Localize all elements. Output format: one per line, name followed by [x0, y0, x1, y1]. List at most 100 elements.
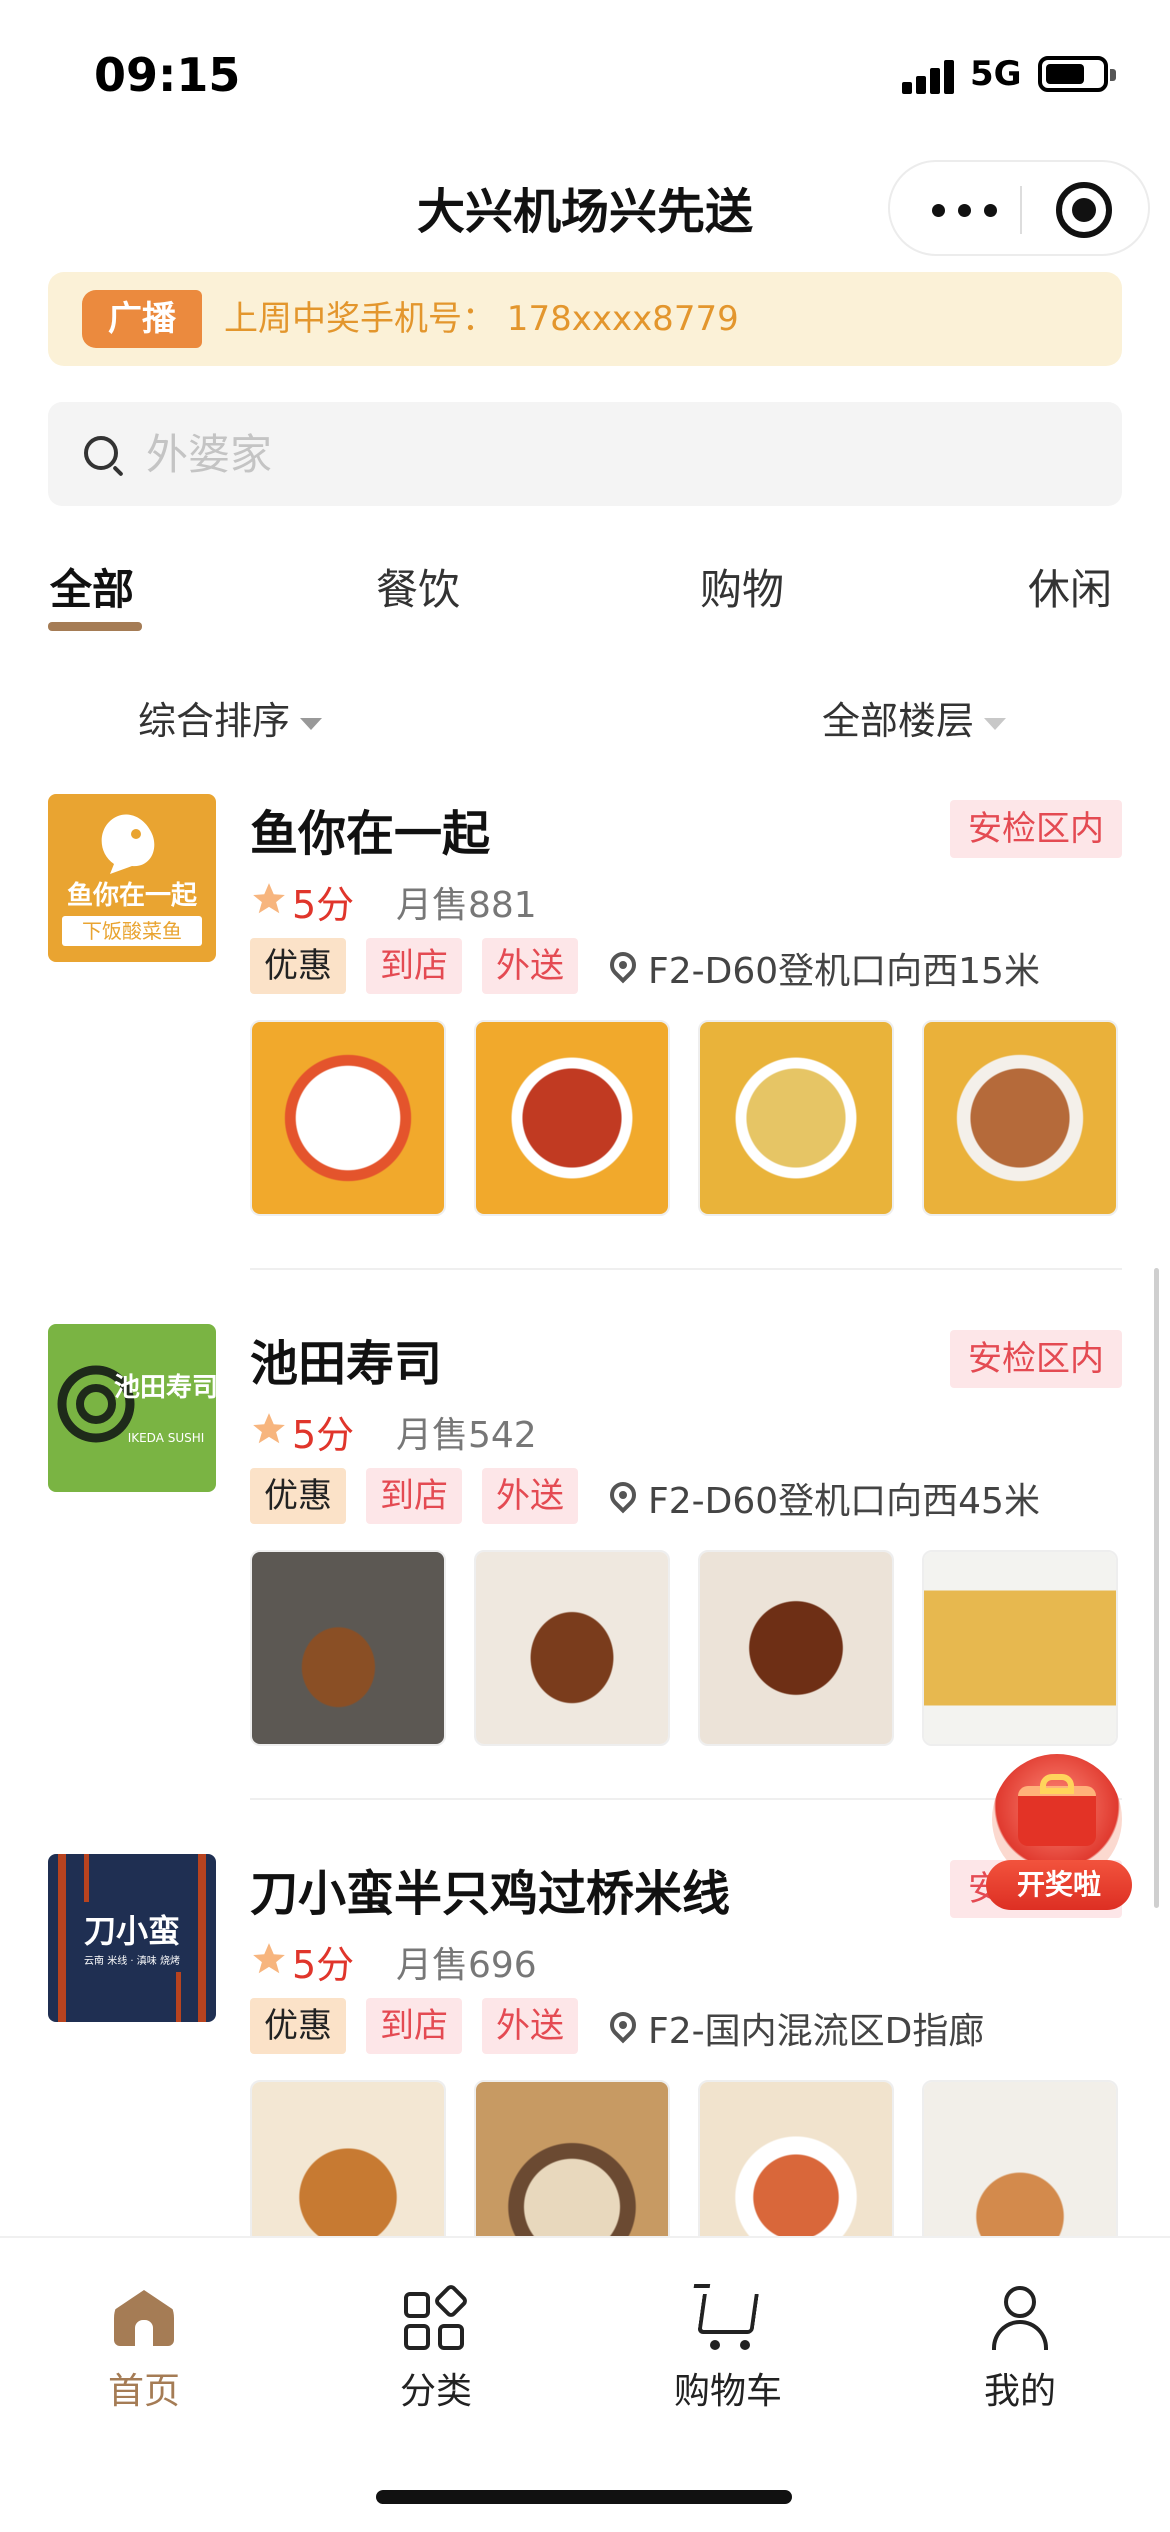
store-logo-text: 池田寿司 — [114, 1373, 216, 1403]
location-pin-icon — [604, 2006, 642, 2044]
tabbar-label: 首页 — [107, 2371, 180, 2412]
tab-dining[interactable]: 餐饮 — [376, 556, 460, 617]
tag-discount: 优惠 — [250, 1998, 346, 2054]
store-location: F2-D60登机口向西15米 — [648, 951, 1040, 992]
store-name: 鱼你在一起 — [250, 806, 491, 862]
tag-in-store: 到店 — [366, 938, 462, 994]
search-bar[interactable] — [48, 402, 1122, 506]
dish-photo[interactable] — [474, 1550, 670, 1746]
floor-filter[interactable]: 全部楼层 — [822, 690, 1007, 745]
close-miniprogram-icon[interactable] — [1056, 182, 1112, 238]
tag-delivery: 外送 — [482, 938, 578, 994]
zone-badge: 安检区内 — [950, 1330, 1122, 1388]
store-card[interactable]: 鱼你在一起 下饭酸菜鱼 鱼你在一起 安检区内 5分 月售881 优惠 到店 外送… — [0, 794, 1170, 1324]
floor-filter-label: 全部楼层 — [822, 699, 975, 743]
store-logo-text: 鱼你在一起 — [67, 881, 198, 911]
capsule-divider — [1020, 186, 1022, 234]
store-photos — [250, 1550, 1130, 1746]
tags-row: 优惠 到店 外送 F2-国内混流区D指廊 — [250, 1998, 1150, 2054]
gift-box-icon — [1018, 1786, 1096, 1846]
location-pin-icon — [604, 1476, 642, 1514]
monthly-sales: 月售881 — [396, 885, 537, 926]
tag-delivery: 外送 — [482, 1468, 578, 1524]
tabbar-label: 我的 — [983, 2371, 1056, 2412]
dish-photo[interactable] — [922, 1020, 1118, 1216]
tabbar-home[interactable]: 首页 — [54, 2286, 234, 2416]
prize-draw-button[interactable]: 开奖啦 — [978, 1754, 1138, 1914]
notice-tag: 广播 — [82, 290, 202, 348]
dish-photo[interactable] — [698, 1020, 894, 1216]
store-logo-subtext: IKEDA SUSHI — [128, 1431, 205, 1445]
tabbar-category[interactable]: 分类 — [346, 2282, 526, 2416]
rating-score: 5分 — [292, 883, 355, 927]
tab-underline — [48, 622, 142, 631]
battery-icon — [1038, 56, 1116, 92]
star-icon — [253, 883, 285, 914]
prize-label: 开奖啦 — [986, 1860, 1132, 1910]
store-logo-text: 刀小蛮 — [84, 1912, 180, 1950]
bottom-tabbar: 首页 分类 购物车 我的 — [0, 2236, 1170, 2532]
tags-row: 优惠 到店 外送 F2-D60登机口向西15米 — [250, 938, 1150, 994]
star-icon — [253, 1413, 285, 1444]
store-logo: 鱼你在一起 下饭酸菜鱼 — [48, 794, 216, 962]
tag-in-store: 到店 — [366, 1468, 462, 1524]
tab-all[interactable]: 全部 — [50, 556, 134, 617]
notice-text: 上周中奖手机号： 178xxxx8779 — [224, 299, 739, 339]
store-logo: 池田寿司 IKEDA SUSHI — [48, 1324, 216, 1492]
tabbar-label: 购物车 — [673, 2371, 782, 2412]
store-location: F2-D60登机口向西45米 — [648, 1481, 1040, 1522]
notice-banner[interactable]: 广播 上周中奖手机号： 178xxxx8779 — [48, 272, 1122, 366]
dish-photo[interactable] — [474, 1020, 670, 1216]
category-tabs: 全部 餐饮 购物 休闲 — [0, 548, 1170, 638]
tab-shopping[interactable]: 购物 — [700, 556, 784, 617]
network-label: 5G — [970, 54, 1022, 94]
user-icon — [988, 2286, 1052, 2350]
category-icon — [404, 2282, 470, 2350]
tag-in-store: 到店 — [366, 1998, 462, 2054]
tags-row: 优惠 到店 外送 F2-D60登机口向西45米 — [250, 1468, 1150, 1524]
store-logo-subtext: 云南 米线 · 滇味 烧烤 — [84, 1954, 180, 1967]
tag-discount: 优惠 — [250, 938, 346, 994]
dish-photo[interactable] — [250, 1550, 446, 1746]
more-icon[interactable] — [926, 186, 1006, 234]
dish-photo[interactable] — [922, 1550, 1118, 1746]
zone-badge: 安检区内 — [950, 800, 1122, 858]
tabbar-cart[interactable]: 购物车 — [638, 2286, 818, 2416]
monthly-sales: 月售542 — [396, 1415, 537, 1456]
rating-score: 5分 — [292, 1943, 355, 1987]
sort-filter[interactable]: 综合排序 — [138, 690, 323, 745]
search-icon — [84, 436, 118, 470]
rating-score: 5分 — [292, 1413, 355, 1457]
divider — [250, 1268, 1122, 1270]
store-name: 刀小蛮半只鸡过桥米线 — [250, 1866, 731, 1922]
home-icon — [112, 2286, 176, 2350]
tabbar-label: 分类 — [399, 2371, 472, 2412]
tag-delivery: 外送 — [482, 1998, 578, 2054]
status-bar: 09:15 5G — [0, 0, 1170, 150]
home-indicator — [376, 2490, 792, 2504]
store-photos — [250, 1020, 1130, 1216]
dish-photo[interactable] — [698, 1550, 894, 1746]
dish-photo[interactable] — [250, 1020, 446, 1216]
search-input[interactable] — [146, 420, 1046, 488]
star-icon — [253, 1943, 285, 1974]
store-name: 池田寿司 — [250, 1336, 443, 1392]
location-pin-icon — [604, 946, 642, 984]
store-logo: 刀小蛮 云南 米线 · 滇味 烧烤 — [48, 1854, 216, 2022]
store-location: F2-国内混流区D指廊 — [648, 2011, 985, 2052]
scrollbar[interactable] — [1154, 1268, 1159, 1908]
tabbar-mine[interactable]: 我的 — [930, 2286, 1110, 2416]
store-logo-subtext: 下饭酸菜鱼 — [82, 919, 182, 943]
monthly-sales: 月售696 — [396, 1945, 537, 1986]
signal-icon — [902, 58, 956, 94]
chevron-down-icon — [300, 717, 323, 730]
tab-leisure[interactable]: 休闲 — [1028, 556, 1112, 617]
cart-icon — [696, 2286, 760, 2350]
gift-bow-icon — [1040, 1774, 1074, 1794]
miniprogram-capsule — [888, 160, 1150, 256]
tag-discount: 优惠 — [250, 1468, 346, 1524]
sort-filter-label: 综合排序 — [138, 699, 291, 743]
chevron-down-icon — [984, 717, 1007, 730]
page: 09:15 5G 大兴机场兴先送 广播 上周中奖手机号： 178xxxx8779… — [0, 0, 1170, 2532]
status-time: 09:15 — [94, 48, 241, 102]
